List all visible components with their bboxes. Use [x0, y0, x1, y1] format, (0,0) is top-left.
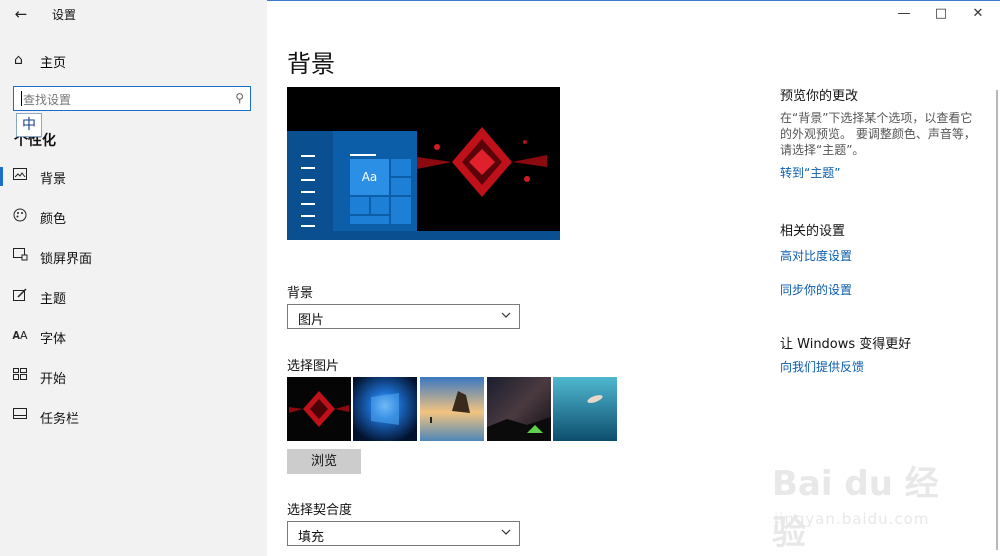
sidebar-item-colors[interactable]: 颜色: [0, 202, 267, 232]
palette-icon: [12, 208, 28, 224]
back-arrow-icon[interactable]: ←: [12, 5, 30, 23]
fit-label: 选择契合度: [287, 503, 353, 518]
taskbar-icon: [12, 408, 28, 424]
sidebar-item-lock-screen[interactable]: 锁屏界面: [0, 242, 267, 272]
sidebar-item-label: 背景: [40, 172, 67, 187]
sidebar-item-label: 开始: [40, 372, 67, 387]
minimize-icon[interactable]: —: [893, 4, 915, 24]
preview-tile: [391, 178, 411, 195]
watermark: Bai du 经验 jingyan.baidu.com: [772, 448, 972, 553]
sidebar-item-label: 主题: [40, 292, 67, 307]
preview-tile: [391, 197, 411, 224]
search-input[interactable]: 查找设置 ⚲: [13, 86, 251, 111]
preview-tile: [350, 216, 389, 224]
preview-tile-header: [350, 154, 376, 156]
preview-description: 在“背景”下选择某个选项，以查看它的外观预览。 要调整颜色、声音等，请选择“主题…: [780, 111, 976, 157]
chevron-down-icon: [501, 312, 511, 318]
related-heading: 相关的设置: [780, 224, 846, 239]
improve-heading: 让 Windows 变得更好: [780, 337, 912, 352]
background-type-value: 图片: [298, 313, 325, 328]
preview-start-list: [287, 131, 333, 240]
home-label: 主页: [40, 56, 67, 71]
preview-list-line: [301, 191, 315, 193]
sync-settings-link[interactable]: 同步你的设置: [780, 281, 980, 298]
preview-help-section: 预览你的更改 在“背景”下选择某个选项，以查看它的外观预览。 要调整颜色、声音等…: [780, 85, 980, 181]
image-icon: [12, 168, 28, 184]
fit-dropdown[interactable]: 填充: [287, 521, 520, 546]
background-type-label: 背景: [287, 286, 314, 301]
preview-tile: [391, 159, 411, 176]
background-type-dropdown[interactable]: 图片: [287, 304, 520, 329]
window-title: 设置: [52, 8, 77, 22]
preview-list-line: [301, 167, 315, 169]
theme-icon: [12, 288, 28, 304]
sidebar-item-home[interactable]: ⌂ 主页: [0, 48, 267, 74]
thumbnail-beach-rocks[interactable]: [420, 377, 484, 441]
browse-button[interactable]: 浏览: [287, 449, 361, 474]
preview-red-art: [417, 127, 547, 197]
preview-list-line: [301, 215, 315, 217]
thumbnail-red-abstract[interactable]: [287, 377, 351, 441]
lock-screen-icon: [12, 248, 28, 264]
sidebar: ← 设置 ⌂ 主页 查找设置 ⚲ 个性化 中 背景 颜色 锁屏界面 主题 𝐀A …: [0, 0, 267, 556]
chevron-down-icon: [501, 529, 511, 535]
preview-sample-tile: Aa: [350, 159, 389, 195]
goto-themes-link[interactable]: 转到“主题”: [780, 164, 980, 181]
preview-tile: [350, 197, 369, 214]
watermark-url: jingyan.baidu.com: [774, 510, 930, 528]
preview-taskbar: [287, 231, 560, 240]
sidebar-item-label: 字体: [40, 332, 67, 347]
sidebar-item-label: 颜色: [40, 212, 67, 227]
text-caret: [21, 91, 22, 106]
sidebar-item-themes[interactable]: 主题: [0, 282, 267, 312]
scrollbar[interactable]: [996, 90, 998, 550]
sidebar-item-background[interactable]: 背景: [0, 162, 267, 192]
preview-list-line: [301, 179, 315, 181]
high-contrast-link[interactable]: 高对比度设置: [780, 247, 980, 264]
close-icon[interactable]: ✕: [967, 4, 989, 24]
font-icon: 𝐀A: [12, 329, 28, 342]
thumbnail-underwater-swimmer[interactable]: [553, 377, 617, 441]
ime-indicator[interactable]: 中: [16, 113, 42, 137]
preview-heading: 预览你的更改: [780, 89, 859, 104]
search-placeholder: 查找设置: [23, 93, 72, 107]
sidebar-item-fonts[interactable]: 𝐀A 字体: [0, 322, 267, 352]
choose-picture-label: 选择图片: [287, 359, 340, 374]
related-settings-section: 相关的设置 高对比度设置 同步你的设置: [780, 220, 980, 298]
sidebar-item-taskbar[interactable]: 任务栏: [0, 402, 267, 432]
preview-list-line: [301, 225, 315, 227]
sidebar-item-start[interactable]: 开始: [0, 362, 267, 392]
selection-indicator: [0, 167, 3, 186]
preview-list-line: [301, 203, 315, 205]
improve-windows-section: 让 Windows 变得更好 向我们提供反馈: [780, 333, 980, 375]
preview-list-line: [301, 155, 315, 157]
page-title: 背景: [287, 50, 335, 78]
background-preview: Aa: [287, 87, 560, 240]
fit-value: 填充: [298, 530, 325, 545]
search-icon[interactable]: ⚲: [235, 91, 244, 105]
watermark-logo-text: Bai du 经验: [772, 464, 939, 553]
thumbnail-windows-blue[interactable]: [353, 377, 417, 441]
sidebar-item-label: 锁屏界面: [40, 252, 93, 267]
home-icon: ⌂: [14, 52, 23, 68]
thumbnail-night-sky-tent[interactable]: [487, 377, 551, 441]
sidebar-item-label: 任务栏: [40, 412, 80, 427]
feedback-link[interactable]: 向我们提供反馈: [780, 358, 980, 375]
start-icon: [12, 368, 28, 384]
maximize-icon[interactable]: □: [930, 4, 952, 24]
preview-tile: [371, 197, 389, 214]
